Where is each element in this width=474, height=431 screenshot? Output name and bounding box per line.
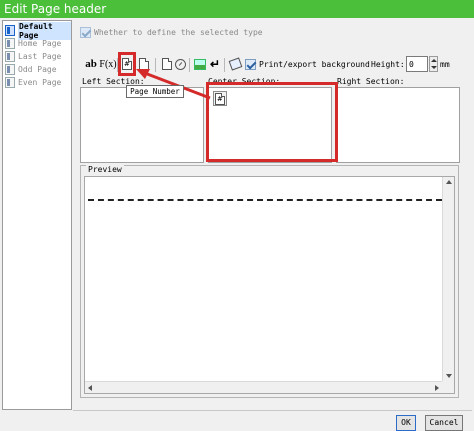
insert-image-button[interactable] xyxy=(193,57,207,71)
print-background-option[interactable]: Print/export background xyxy=(245,59,370,70)
right-section-label: Right Section: xyxy=(337,77,405,86)
define-type-row: Whether to define the selected type xyxy=(80,27,263,38)
highlight-box-toolbar xyxy=(118,52,136,76)
enter-icon: ↵ xyxy=(209,57,221,71)
tree-item-label: Even Page xyxy=(18,78,62,87)
highlight-box-center-section xyxy=(206,82,338,162)
line-break-button[interactable]: ↵ xyxy=(208,57,222,71)
calendar-icon xyxy=(162,58,172,70)
define-type-label: Whether to define the selected type xyxy=(94,28,263,37)
page-icon xyxy=(5,38,15,49)
page-icon xyxy=(5,77,15,88)
unit-label: mm xyxy=(440,60,450,69)
scroll-up-icon[interactable] xyxy=(446,180,452,184)
page-type-tree: Default Page Home Page Last Page Odd Pag… xyxy=(2,20,72,410)
vertical-scrollbar[interactable] xyxy=(442,177,454,381)
insert-text-button[interactable]: ab xyxy=(84,57,98,71)
tree-item-default-page[interactable]: Default Page xyxy=(5,21,71,40)
cancel-button[interactable]: Cancel xyxy=(425,415,463,431)
toolbar-separator xyxy=(155,58,156,72)
tooltip-text: Page Number xyxy=(130,87,180,96)
header-separator-line xyxy=(88,199,442,201)
preview-label: Preview xyxy=(86,165,124,174)
height-input[interactable]: 0 xyxy=(406,56,428,72)
title-bar: Edit Page header xyxy=(0,0,474,18)
insert-time-button[interactable] xyxy=(173,57,187,71)
formula-icon: F(x) xyxy=(99,58,117,70)
window-title: Edit Page header xyxy=(4,2,107,16)
right-section-editor[interactable] xyxy=(336,87,460,163)
toolbar-separator xyxy=(224,58,225,72)
tree-item-home-page[interactable]: Home Page xyxy=(5,37,71,50)
scroll-right-icon[interactable] xyxy=(435,385,439,391)
tooltip: Page Number xyxy=(126,85,184,98)
page-icon xyxy=(5,25,15,36)
define-type-checkbox[interactable] xyxy=(80,27,91,38)
footer-divider xyxy=(73,410,472,411)
background-fill-button[interactable] xyxy=(228,57,242,71)
scroll-down-icon[interactable] xyxy=(446,374,452,378)
tree-item-odd-page[interactable]: Odd Page xyxy=(5,63,71,76)
preview-area xyxy=(84,176,455,394)
insert-total-pages-button[interactable] xyxy=(137,57,151,71)
height-spinner[interactable] xyxy=(429,56,438,72)
horizontal-scrollbar[interactable] xyxy=(85,381,442,393)
text-icon: ab xyxy=(85,58,97,70)
insert-date-button[interactable] xyxy=(160,57,174,71)
toolbar: ab F(x) # ↵ Print/export background Heig… xyxy=(80,55,458,75)
tree-item-even-page[interactable]: Even Page xyxy=(5,76,71,89)
paint-bucket-icon xyxy=(228,57,242,71)
height-label: Height: xyxy=(371,60,405,69)
tree-item-label: Last Page xyxy=(18,52,62,61)
scrollbar-corner xyxy=(442,381,454,393)
total-pages-icon xyxy=(139,58,149,70)
tree-item-label: Home Page xyxy=(18,39,62,48)
page-icon xyxy=(5,51,15,62)
ok-button[interactable]: OK xyxy=(396,415,416,431)
preview-group: Preview xyxy=(80,165,459,398)
image-icon xyxy=(194,58,206,70)
scroll-left-icon[interactable] xyxy=(88,385,92,391)
clock-icon xyxy=(174,58,186,70)
left-section-editor[interactable] xyxy=(80,87,204,163)
print-background-label: Print/export background xyxy=(259,60,370,69)
toolbar-separator xyxy=(189,58,190,72)
tree-item-last-page[interactable]: Last Page xyxy=(5,50,71,63)
tree-item-label: Odd Page xyxy=(18,65,57,74)
print-background-checkbox[interactable] xyxy=(245,59,256,70)
page-icon xyxy=(5,64,15,75)
insert-formula-button[interactable]: F(x) xyxy=(99,57,117,71)
